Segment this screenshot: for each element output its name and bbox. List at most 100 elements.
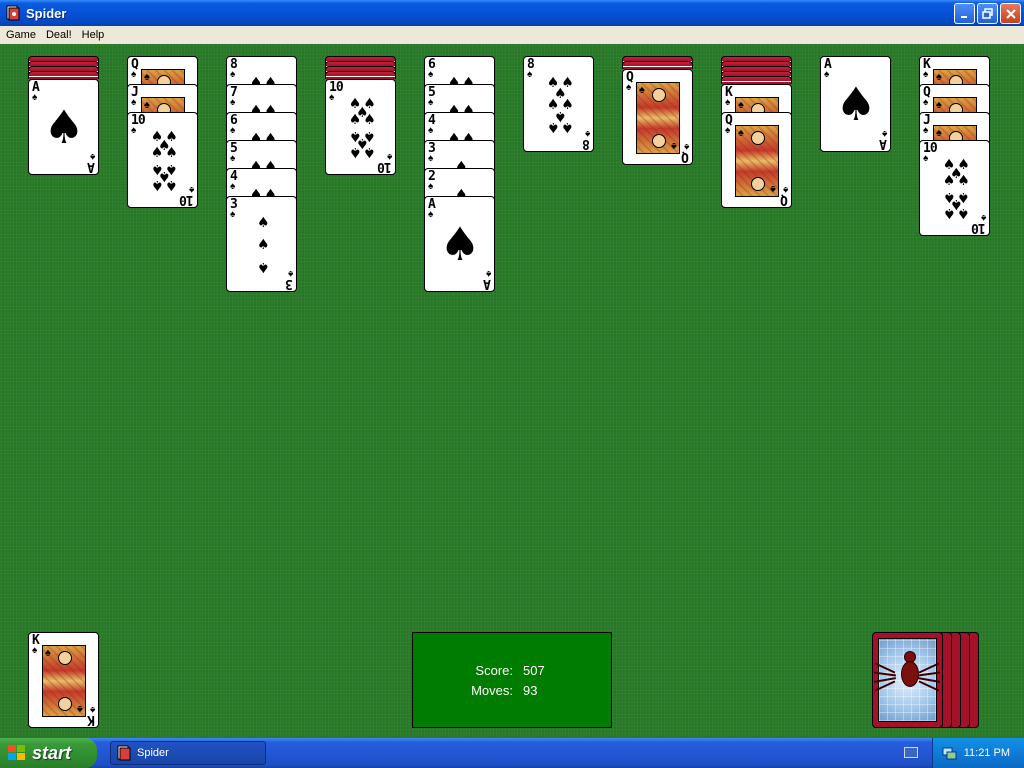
spade-icon: ♠ (287, 268, 293, 279)
spade-icon: ♠ (77, 703, 83, 715)
spade-icon: ♠ (980, 212, 986, 223)
spade-icon: ♠ (329, 92, 335, 103)
card[interactable]: A ♠ A ♠ ♠ (28, 79, 99, 175)
spade-icon: ♠ (348, 111, 362, 128)
keyboard-icon[interactable] (904, 747, 918, 758)
spade-icon: ♠ (527, 69, 533, 80)
card[interactable]: 8♠8♠♠♠♠♠♠♠♠♠ (523, 56, 594, 152)
windows-logo-icon (8, 745, 26, 761)
card[interactable]: 10 ♠ 10 ♠ ♠ ♠ ♠ ♠ ♠ ♠ ♠ ♠ ♠ ♠ (325, 79, 396, 175)
spade-icon: ♠ (32, 92, 38, 103)
spade-icon: ♠ (165, 176, 178, 193)
score-value: 507 (523, 663, 545, 678)
card[interactable]: Q♠Q♠♠♠ (622, 69, 693, 165)
spider-app-icon (117, 745, 131, 761)
minimize-button[interactable] (954, 3, 975, 24)
spade-icon: ♠ (584, 128, 590, 139)
spade-icon: ♠ (43, 100, 85, 154)
system-tray: 11:21 PM (932, 738, 1024, 768)
spade-icon: ♠ (230, 97, 236, 108)
spade-icon: ♠ (942, 204, 956, 221)
spade-icon: ♠ (923, 125, 929, 136)
spade-icon: ♠ (230, 69, 236, 80)
spade-icon: ♠ (936, 127, 942, 139)
spade-icon: ♠ (923, 97, 929, 108)
card[interactable]: 10 ♠ 10 ♠ ♠ ♠ ♠ ♠ ♠ ♠ ♠ ♠ ♠ ♠ (919, 140, 990, 236)
window-title: Spider (26, 5, 67, 21)
spade-icon: ♠ (936, 71, 942, 83)
card[interactable]: A ♠ A ♠ ♠ (820, 56, 891, 152)
network-icon[interactable] (941, 745, 957, 761)
stock-card[interactable] (872, 632, 943, 728)
taskbar: start Spider 11:21 PM (0, 738, 1024, 768)
spade-icon: ♠ (144, 71, 150, 83)
spade-icon: ♠ (923, 153, 929, 164)
card-back (622, 61, 693, 69)
face-card-art: ♠♠ (735, 125, 779, 197)
card[interactable]: A ♠ A ♠ ♠ (424, 196, 495, 292)
spade-icon: ♠ (428, 125, 434, 136)
spade-icon: ♠ (230, 125, 236, 136)
spade-icon: ♠ (835, 77, 877, 131)
spade-icon: ♠ (936, 99, 942, 111)
clock: 11:21 PM (963, 747, 1010, 759)
spade-icon: ♠ (144, 99, 150, 111)
spade-icon: ♠ (230, 181, 236, 192)
card[interactable]: K♠K♠♠♠ (28, 632, 99, 728)
spade-icon: ♠ (188, 184, 194, 195)
spade-icon: ♠ (150, 144, 164, 161)
spade-icon: ♠ (45, 647, 51, 659)
spade-icon: ♠ (782, 184, 788, 195)
spade-icon: ♠ (485, 268, 491, 279)
spade-icon: ♠ (824, 69, 830, 80)
spade-icon: ♠ (428, 97, 434, 108)
spade-icon: ♠ (230, 209, 236, 220)
spade-icon: ♠ (150, 176, 164, 193)
spade-icon: ♠ (738, 99, 744, 111)
moves-value: 93 (523, 683, 538, 698)
spade-icon: ♠ (428, 69, 434, 80)
menu-deal[interactable]: Deal! (42, 29, 76, 41)
menu-game[interactable]: Game (2, 29, 40, 41)
card[interactable]: 3♠3♠♠♠♠ (226, 196, 297, 292)
card[interactable]: 10 ♠ 10 ♠ ♠ ♠ ♠ ♠ ♠ ♠ ♠ ♠ ♠ ♠ (127, 112, 198, 208)
spade-icon: ♠ (131, 97, 137, 108)
spade-icon: ♠ (386, 151, 392, 162)
face-card-art: ♠♠ (42, 645, 86, 717)
start-label: start (32, 742, 72, 763)
spade-icon: ♠ (725, 97, 731, 108)
spade-icon: ♠ (230, 153, 236, 164)
spade-icon: ♠ (363, 111, 376, 128)
start-button[interactable]: start (0, 738, 97, 768)
title-bar: Spider (0, 0, 1024, 26)
spade-icon: ♠ (131, 125, 137, 136)
spade-icon: ♠ (363, 143, 376, 160)
spade-icon: ♠ (257, 259, 270, 276)
spade-icon: ♠ (957, 172, 970, 189)
spade-icon: ♠ (770, 183, 776, 195)
spade-icon: ♠ (428, 181, 434, 192)
spade-icon: ♠ (738, 127, 744, 139)
taskbar-item-spider[interactable]: Spider (110, 741, 266, 765)
spade-icon: ♠ (32, 645, 38, 656)
spade-icon: ♠ (881, 128, 887, 139)
taskbar-item-label: Spider (137, 747, 169, 759)
spade-icon: ♠ (546, 119, 560, 136)
spade-icon: ♠ (131, 69, 137, 80)
menu-help[interactable]: Help (78, 29, 109, 41)
spade-icon: ♠ (942, 172, 956, 189)
spade-icon: ♠ (89, 151, 95, 162)
spade-icon: ♠ (725, 125, 731, 136)
card[interactable]: Q♠Q♠♠♠ (721, 112, 792, 208)
spider-app-icon (6, 5, 20, 21)
moves-label: Moves: (471, 683, 513, 698)
spade-icon: ♠ (257, 237, 270, 253)
spade-icon: ♠ (683, 141, 689, 152)
maximize-button[interactable] (977, 3, 998, 24)
spade-icon: ♠ (923, 69, 929, 80)
close-button[interactable] (1000, 3, 1021, 24)
spade-icon: ♠ (165, 144, 178, 161)
face-card-art: ♠♠ (636, 82, 680, 154)
spade-icon: ♠ (348, 143, 362, 160)
spade-icon: ♠ (89, 704, 95, 715)
